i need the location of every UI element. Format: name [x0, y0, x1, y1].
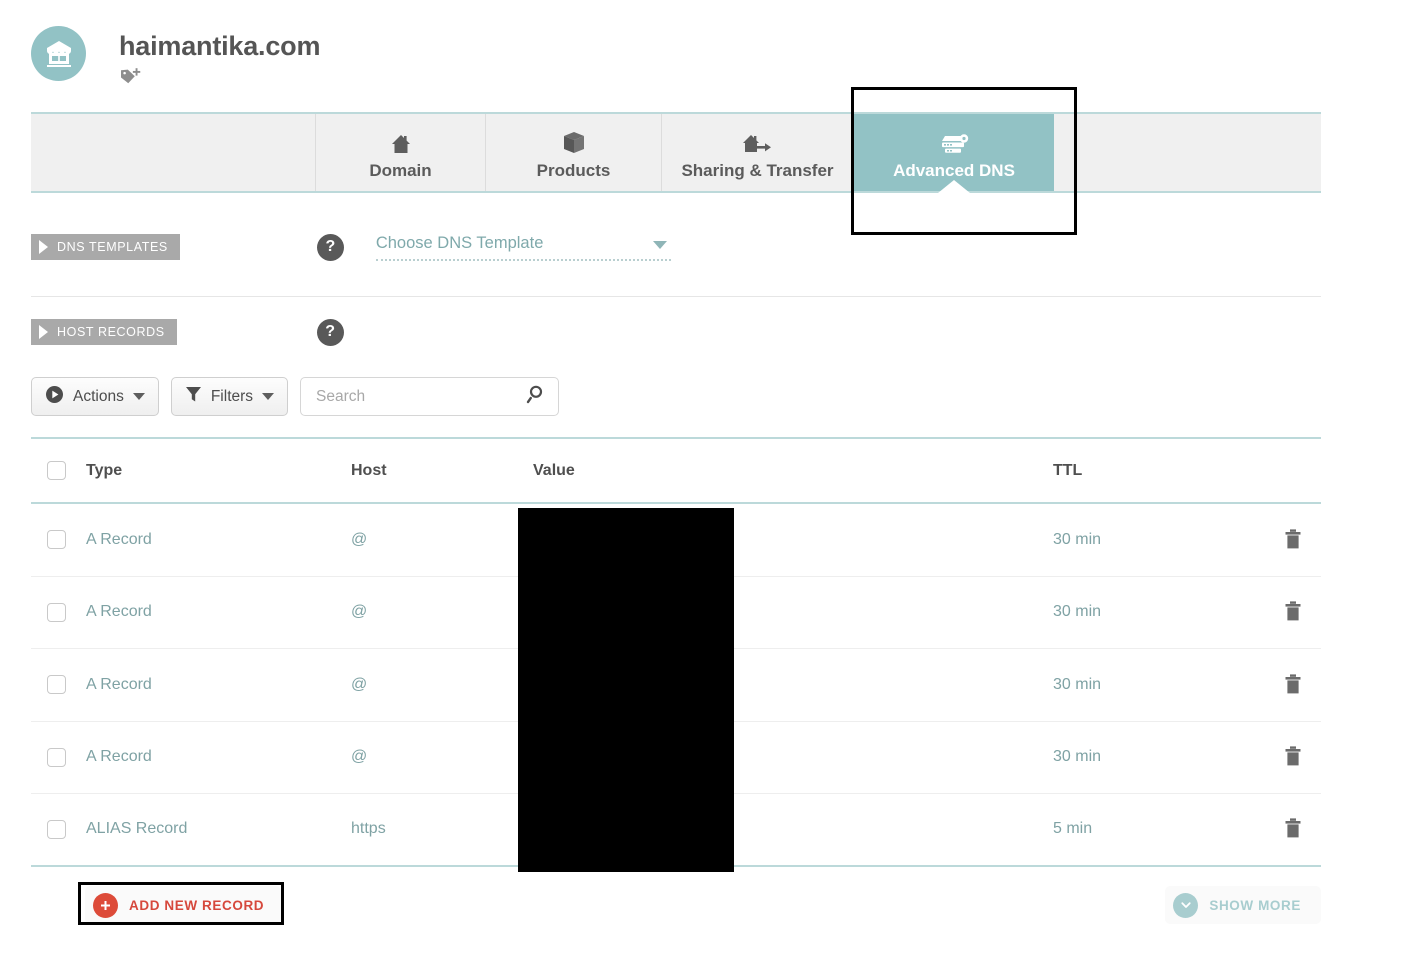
- delete-record-button[interactable]: [1283, 817, 1321, 841]
- delete-record-button[interactable]: [1283, 673, 1321, 697]
- dns-templates-section: DNS TEMPLATES ? Choose DNS Template: [31, 232, 1321, 262]
- row-select-cell: [31, 675, 86, 695]
- choose-dns-template-value: Choose DNS Template: [375, 233, 544, 252]
- tab-bar: Domain Products Sharing & Transfer Advan…: [31, 112, 1321, 193]
- tab-advanced-dns[interactable]: Advanced DNS: [854, 114, 1054, 191]
- actions-button[interactable]: Actions: [31, 377, 159, 416]
- filters-button[interactable]: Filters: [170, 377, 289, 416]
- storefront-icon: [31, 26, 86, 81]
- column-header-type: Type: [86, 461, 123, 479]
- tab-bar-right-spacer: [1054, 114, 1321, 191]
- funnel-icon: [185, 385, 202, 408]
- select-all-cell: [31, 461, 86, 480]
- tab-advanced-dns-label: Advanced DNS: [893, 160, 1015, 180]
- delete-record-button[interactable]: [1283, 600, 1321, 624]
- cell-ttl[interactable]: 5 min: [1053, 820, 1283, 838]
- host-records-section: HOST RECORDS ?: [31, 317, 1321, 347]
- cell-host[interactable]: @: [351, 603, 533, 621]
- trash-icon: [1285, 674, 1301, 694]
- row-checkbox[interactable]: [47, 747, 66, 767]
- choose-dns-template-select[interactable]: Choose DNS Template: [375, 233, 671, 261]
- dns-templates-help-icon[interactable]: ?: [316, 233, 344, 261]
- row-checkbox[interactable]: [47, 819, 66, 839]
- trash-icon: [1285, 529, 1301, 549]
- row-select-cell: [31, 819, 86, 839]
- delete-record-button[interactable]: [1283, 745, 1321, 769]
- section-divider: [31, 296, 1321, 297]
- select-all-checkbox[interactable]: [47, 461, 66, 480]
- tag-add-icon[interactable]: [120, 67, 142, 85]
- host-records-label: HOST RECORDS: [57, 325, 165, 339]
- table-footer: ADD NEW RECORD SHOW MORE: [31, 884, 1321, 926]
- row-checkbox[interactable]: [47, 530, 66, 550]
- add-new-record-button[interactable]: ADD NEW RECORD: [85, 886, 282, 924]
- trash-icon: [1285, 818, 1301, 838]
- row-checkbox[interactable]: [47, 675, 66, 695]
- search-box[interactable]: [300, 377, 560, 416]
- play-circle-icon: [45, 385, 64, 409]
- row-select-cell: [31, 602, 86, 622]
- row-select-cell: [31, 747, 86, 767]
- cell-type[interactable]: A Record: [86, 748, 351, 766]
- actions-label: Actions: [73, 387, 124, 405]
- value-column-redaction: [518, 508, 734, 872]
- house-icon: [390, 129, 412, 155]
- cell-host[interactable]: https: [351, 820, 533, 838]
- trash-icon: [1285, 746, 1301, 766]
- cell-type[interactable]: A Record: [86, 603, 351, 621]
- tab-domain-label: Domain: [369, 160, 432, 180]
- cell-host[interactable]: @: [351, 676, 533, 694]
- dns-templates-label: DNS TEMPLATES: [57, 240, 168, 254]
- plus-circle-icon: [93, 892, 118, 918]
- column-header-host: Host: [351, 461, 387, 479]
- cell-ttl[interactable]: 30 min: [1053, 676, 1283, 694]
- search-icon[interactable]: [526, 385, 544, 409]
- cell-host[interactable]: @: [351, 748, 533, 766]
- add-new-record-label: ADD NEW RECORD: [129, 897, 265, 913]
- chevron-down-icon: [262, 393, 275, 400]
- column-header-ttl: TTL: [1053, 461, 1083, 479]
- server-icon: [939, 129, 969, 155]
- row-select-cell: [31, 530, 86, 550]
- chevron-down-circle-icon: [1173, 892, 1199, 918]
- tab-sharing-transfer-label: Sharing & Transfer: [681, 160, 834, 180]
- dns-templates-ribbon: DNS TEMPLATES: [31, 234, 180, 260]
- tab-products-label: Products: [536, 160, 611, 180]
- trash-icon: [1285, 601, 1301, 621]
- cell-type[interactable]: A Record: [86, 676, 351, 694]
- cell-host[interactable]: @: [351, 531, 533, 549]
- records-toolbar: Actions Filters: [31, 377, 560, 416]
- page-title: haimantika.com: [119, 31, 321, 61]
- search-input[interactable]: [314, 386, 514, 407]
- cell-ttl[interactable]: 30 min: [1053, 748, 1283, 766]
- cell-ttl[interactable]: 30 min: [1053, 531, 1283, 549]
- show-more-label: SHOW MORE: [1209, 897, 1301, 913]
- tab-sharing-transfer[interactable]: Sharing & Transfer: [662, 114, 854, 191]
- table-header-row: Type Host Value TTL: [31, 437, 1321, 504]
- cell-ttl[interactable]: 30 min: [1053, 603, 1283, 621]
- chevron-down-icon: [652, 240, 667, 249]
- row-checkbox[interactable]: [47, 602, 66, 622]
- house-arrow-icon: [742, 129, 773, 155]
- filters-label: Filters: [210, 387, 254, 405]
- column-header-value: Value: [533, 461, 575, 479]
- cell-type[interactable]: ALIAS Record: [86, 820, 351, 838]
- box-icon: [563, 129, 585, 155]
- tab-products[interactable]: Products: [486, 114, 662, 191]
- tab-bar-left-spacer: [31, 114, 316, 191]
- host-records-help-icon[interactable]: ?: [316, 318, 344, 346]
- show-more-button[interactable]: SHOW MORE: [1165, 886, 1321, 924]
- domain-header: haimantika.com: [31, 26, 320, 85]
- tab-domain[interactable]: Domain: [316, 114, 486, 191]
- chevron-down-icon: [132, 393, 145, 400]
- delete-record-button[interactable]: [1283, 528, 1321, 552]
- host-records-ribbon: HOST RECORDS: [31, 319, 177, 345]
- cell-type[interactable]: A Record: [86, 531, 351, 549]
